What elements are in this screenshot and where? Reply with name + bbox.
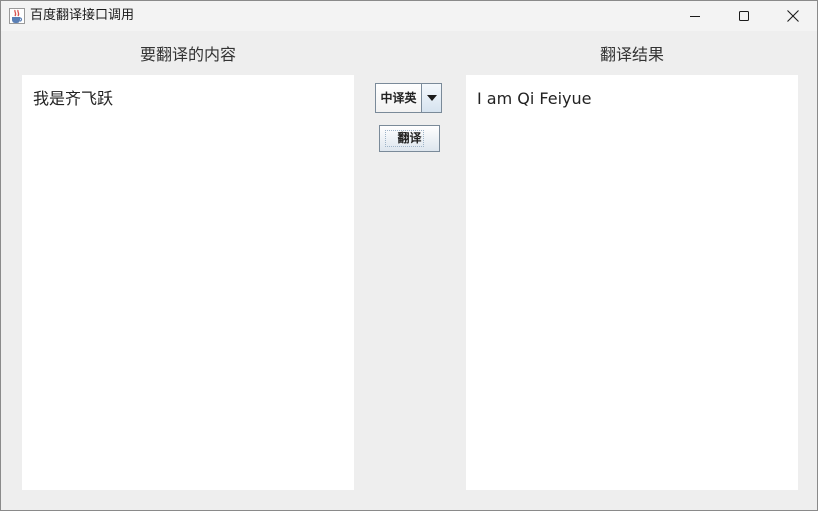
translate-button-label: 翻译 — [397, 131, 422, 145]
app-window: 百度翻译接口调用 要翻译的内容 翻译结果 我是齐飞跃 中译英 翻译 I am Q… — [0, 0, 818, 511]
close-button[interactable] — [770, 1, 816, 31]
direction-select-value: 中译英 — [380, 91, 417, 105]
dropdown-arrow-button[interactable] — [421, 84, 441, 112]
direction-select[interactable]: 中译英 — [375, 83, 442, 113]
maximize-icon — [739, 11, 749, 21]
window-title: 百度翻译接口调用 — [30, 8, 135, 23]
translate-button[interactable]: 翻译 — [379, 125, 440, 152]
close-icon — [787, 10, 799, 22]
title-bar[interactable]: 百度翻译接口调用 — [1, 1, 817, 31]
minimize-button[interactable] — [672, 1, 718, 31]
minimize-icon — [690, 16, 700, 17]
source-heading: 要翻译的内容 — [139, 45, 236, 64]
java-cup-icon[interactable] — [9, 8, 25, 24]
chevron-down-icon — [426, 95, 437, 101]
source-textarea[interactable]: 我是齐飞跃 — [22, 75, 354, 490]
maximize-button[interactable] — [721, 1, 767, 31]
result-textarea[interactable]: I am Qi Feiyue — [466, 75, 798, 490]
result-heading: 翻译结果 — [599, 45, 664, 64]
